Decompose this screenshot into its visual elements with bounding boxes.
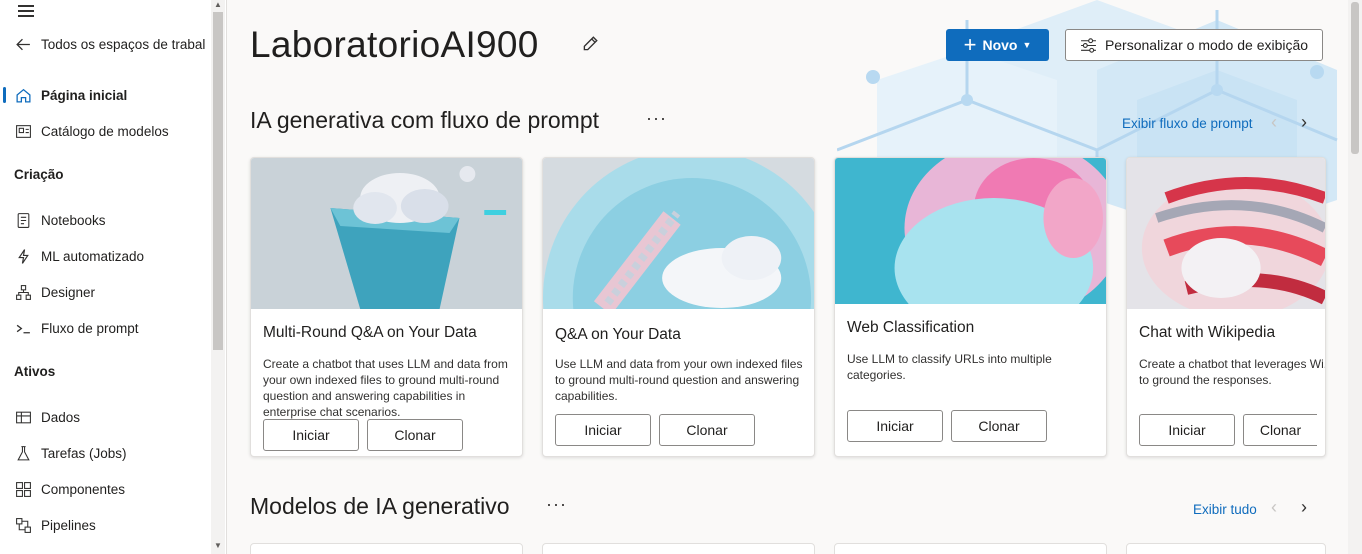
sidebar-item-components[interactable]: Componentes bbox=[14, 478, 125, 500]
clone-button[interactable]: Clonar bbox=[1243, 414, 1317, 446]
designer-icon bbox=[14, 283, 32, 301]
sidebar-item-prompt-flow[interactable]: Fluxo de prompt bbox=[14, 317, 139, 339]
sidebar-item-model-catalog[interactable]: Catálogo de modelos bbox=[14, 120, 169, 142]
customize-view-label: Personalizar o modo de exibição bbox=[1104, 37, 1309, 53]
card-title: Chat with Wikipedia bbox=[1139, 324, 1276, 341]
automl-icon bbox=[14, 247, 32, 265]
start-button[interactable]: Iniciar bbox=[1139, 414, 1235, 446]
view-all-link[interactable]: Exibir tudo bbox=[1193, 502, 1257, 517]
main-scrollbar-thumb[interactable] bbox=[1351, 2, 1359, 154]
sidebar-item-label: Página inicial bbox=[41, 87, 128, 103]
scroll-down-icon[interactable]: ▼ bbox=[214, 541, 222, 550]
home-icon bbox=[14, 86, 32, 104]
chevron-right-icon[interactable]: › bbox=[1301, 112, 1307, 133]
sidebar-item-automl[interactable]: ML automatizado bbox=[14, 245, 144, 267]
card-title: Web Classification bbox=[847, 319, 975, 336]
start-button[interactable]: Iniciar bbox=[263, 419, 359, 451]
model-card[interactable] bbox=[1126, 543, 1326, 554]
notebook-icon bbox=[14, 211, 32, 229]
sidebar-item-label: Pipelines bbox=[41, 517, 96, 533]
model-card[interactable] bbox=[542, 543, 815, 554]
model-card[interactable] bbox=[250, 543, 523, 554]
card-image bbox=[1127, 158, 1325, 309]
sidebar-item-label: Catálogo de modelos bbox=[41, 123, 169, 139]
view-prompt-flow-link[interactable]: Exibir fluxo de prompt bbox=[1122, 116, 1253, 131]
chevron-right-icon[interactable]: › bbox=[1301, 497, 1307, 518]
sidebar-item-label: Componentes bbox=[41, 481, 126, 497]
sidebar-scrollbar-thumb[interactable] bbox=[213, 12, 223, 350]
sidebar-item-label: ML automatizado bbox=[41, 248, 145, 264]
clone-button[interactable]: Clonar bbox=[659, 414, 755, 446]
hamburger-menu-icon[interactable] bbox=[18, 5, 34, 17]
sidebar-item-jobs[interactable]: Tarefas (Jobs) bbox=[14, 442, 127, 464]
active-indicator bbox=[3, 87, 6, 103]
section-heading-assets: Ativos bbox=[14, 364, 56, 379]
plus-icon: + bbox=[963, 32, 977, 57]
pipelines-icon bbox=[14, 516, 32, 534]
card-description: Create a chatbot that leverages Wi... to… bbox=[1139, 356, 1326, 388]
sidebar-item-pipelines[interactable]: Pipelines bbox=[14, 514, 96, 536]
settings-sliders-icon bbox=[1080, 37, 1097, 54]
card-description: Create a chatbot that uses LLM and data … bbox=[263, 357, 508, 419]
section-heading-creation: Criação bbox=[14, 167, 64, 182]
chevron-down-icon: ▼ bbox=[1022, 40, 1032, 50]
new-button-label: Novo bbox=[982, 37, 1018, 53]
card-image bbox=[835, 158, 1106, 309]
sidebar-item-label: Notebooks bbox=[41, 212, 106, 228]
main-scrollbar[interactable] bbox=[1348, 0, 1362, 554]
sidebar-item-label: Fluxo de prompt bbox=[41, 320, 139, 336]
card-description-line: to ground the responses. bbox=[1139, 373, 1272, 387]
clone-button[interactable]: Clonar bbox=[951, 410, 1047, 442]
new-button[interactable]: + Novo ▼ bbox=[946, 29, 1049, 61]
card-title: Q&A on Your Data bbox=[555, 326, 681, 343]
prompt-flow-card[interactable]: Web Classification Use LLM to classify U… bbox=[834, 157, 1107, 457]
prompt-flow-section-title: IA generativa com fluxo de prompt bbox=[250, 107, 600, 133]
jobs-icon bbox=[14, 444, 32, 462]
start-button[interactable]: Iniciar bbox=[847, 410, 943, 442]
chevron-left-icon[interactable]: ‹ bbox=[1271, 112, 1277, 133]
scroll-up-icon[interactable]: ▲ bbox=[214, 0, 222, 9]
card-title: Multi-Round Q&A on Your Data bbox=[263, 324, 477, 341]
card-image bbox=[251, 158, 522, 309]
back-to-workspaces-link[interactable]: Todos os espaços de trabal bbox=[14, 33, 205, 55]
sidebar-item-label: Dados bbox=[41, 409, 81, 425]
card-description: Use LLM to classify URLs into multiple c… bbox=[847, 352, 1052, 382]
clone-button[interactable]: Clonar bbox=[367, 419, 463, 451]
sidebar-item-label: Tarefas (Jobs) bbox=[41, 445, 127, 461]
edit-pencil-icon[interactable] bbox=[581, 35, 599, 53]
page-title: LaboratorioAI900 bbox=[250, 24, 539, 65]
sidebar-item-label: Designer bbox=[41, 284, 96, 300]
prompt-flow-card[interactable]: Chat with Wikipedia Create a chatbot tha… bbox=[1126, 157, 1326, 457]
data-icon bbox=[14, 408, 32, 426]
sidebar-item-notebooks[interactable]: Notebooks bbox=[14, 209, 106, 231]
sidebar-item-data[interactable]: Dados bbox=[14, 406, 80, 428]
card-image bbox=[543, 158, 814, 309]
chevron-left-icon[interactable]: ‹ bbox=[1271, 497, 1277, 518]
more-options-icon[interactable]: ··· bbox=[546, 494, 567, 515]
components-icon bbox=[14, 480, 32, 498]
arrow-left-icon bbox=[14, 35, 32, 53]
more-options-icon[interactable]: ··· bbox=[646, 108, 667, 129]
models-section-title: Modelos de IA generativo bbox=[250, 493, 510, 519]
start-button[interactable]: Iniciar bbox=[555, 414, 651, 446]
sidebar-item-home[interactable]: Página inicial bbox=[14, 84, 127, 106]
customize-view-button[interactable]: Personalizar o modo de exibição bbox=[1065, 29, 1323, 61]
prompt-flow-card[interactable]: Multi-Round Q&A on Your Data Create a ch… bbox=[250, 157, 523, 457]
card-description: Use LLM and data from your own indexed f… bbox=[555, 357, 803, 403]
prompt-flow-card[interactable]: Q&A on Your Data Use LLM and data from y… bbox=[542, 157, 815, 457]
back-label: Todos os espaços de trabal bbox=[41, 36, 206, 52]
sidebar-item-designer[interactable]: Designer bbox=[14, 281, 95, 303]
main-content: LaboratorioAI900 + Novo ▼ Personalizar o… bbox=[227, 0, 1362, 554]
catalog-icon bbox=[14, 122, 32, 140]
model-card[interactable] bbox=[834, 543, 1107, 554]
prompt-flow-icon bbox=[14, 319, 32, 337]
sidebar-scrollbar[interactable]: ▲ ▼ bbox=[211, 0, 225, 554]
card-description-line: Create a chatbot that leverages Wi... bbox=[1139, 357, 1326, 371]
left-navigation: Todos os espaços de trabal Página inicia… bbox=[0, 0, 227, 554]
